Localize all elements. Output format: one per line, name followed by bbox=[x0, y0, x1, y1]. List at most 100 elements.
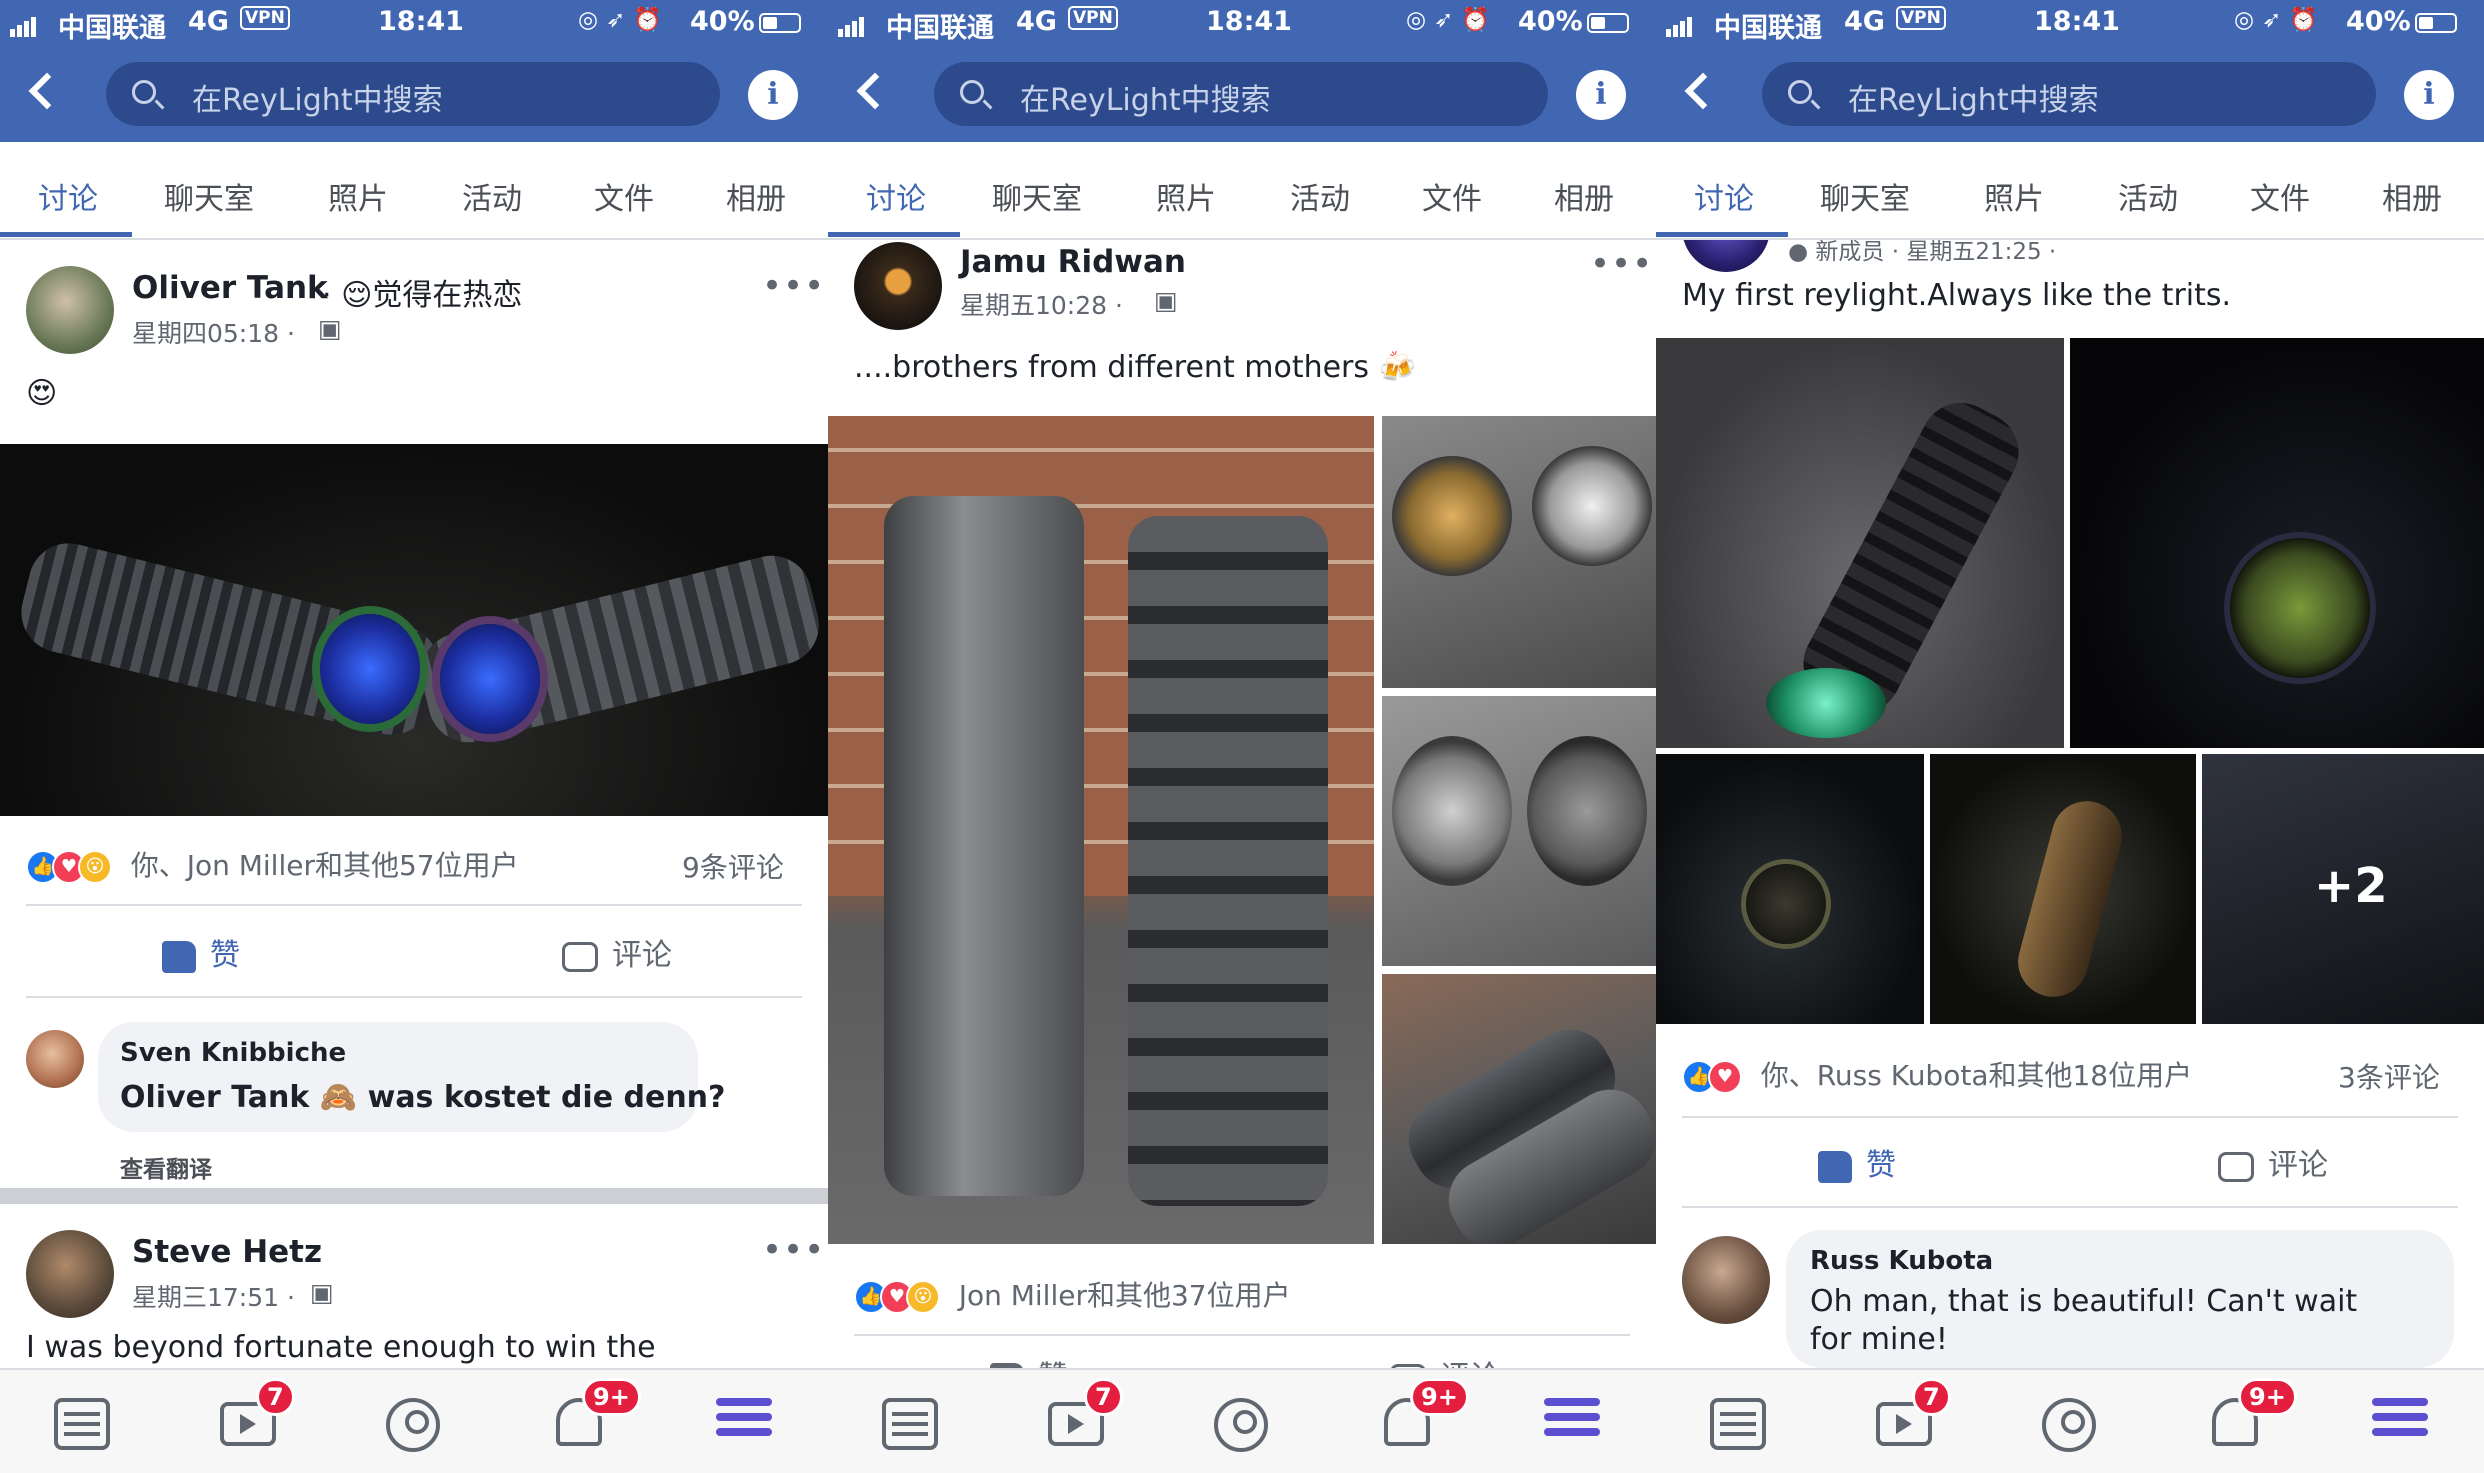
profile-icon[interactable] bbox=[386, 1398, 440, 1452]
avatar[interactable] bbox=[854, 242, 942, 330]
reaction-text: 你、Russ Kubota和其他18位用户 bbox=[1760, 1059, 2193, 1092]
search-input[interactable]: 在ReyLight中搜索 bbox=[106, 62, 720, 126]
search-input[interactable]: 在ReyLight中搜索 bbox=[934, 62, 1548, 126]
video-badge: 7 bbox=[1912, 1378, 1951, 1416]
post-author[interactable]: Oliver Tank bbox=[132, 270, 328, 306]
more-options-icon[interactable]: ••• bbox=[762, 266, 825, 306]
avatar[interactable] bbox=[26, 1030, 84, 1088]
clock: 18:41 bbox=[2034, 6, 2120, 37]
comment-button[interactable]: 评论 bbox=[2218, 1140, 2328, 1184]
back-icon[interactable] bbox=[856, 72, 894, 110]
reaction-summary[interactable]: 👍 ♥ 😮 你、Jon Miller和其他57位用户 bbox=[26, 844, 519, 884]
tab-photos[interactable]: 照片 bbox=[1156, 174, 1216, 218]
news-feed-icon[interactable] bbox=[54, 1398, 110, 1450]
feed: Jamu Ridwan 星期五10:28 · ▣ ••• ....brother… bbox=[828, 240, 1656, 1368]
groups-icon[interactable] bbox=[2042, 1398, 2096, 1452]
avatar[interactable] bbox=[26, 266, 114, 354]
love-reaction-icon: ♥ bbox=[1708, 1060, 1742, 1094]
like-button[interactable]: 赞 bbox=[1818, 1140, 1896, 1184]
battery: 40% bbox=[2346, 6, 2457, 37]
battery-icon bbox=[2414, 12, 2457, 33]
comment-text: for mine! bbox=[1810, 1322, 1948, 1357]
group-icon: ▣ bbox=[318, 314, 342, 343]
translate-link[interactable]: 查看翻译 bbox=[120, 1150, 212, 1184]
info-icon[interactable]: i bbox=[748, 70, 798, 120]
more-photos-count: +2 bbox=[2314, 858, 2388, 914]
tab-discussion[interactable]: 讨论 bbox=[866, 174, 926, 218]
like-button[interactable]: 赞 bbox=[990, 1352, 1068, 1368]
post-photo[interactable] bbox=[1382, 696, 1656, 966]
comment-button[interactable]: 评论 bbox=[562, 930, 672, 974]
post-photo[interactable] bbox=[1930, 754, 2196, 1024]
back-icon[interactable] bbox=[28, 72, 66, 110]
bottom-nav: 7 9+ bbox=[828, 1368, 1656, 1473]
tab-chat[interactable]: 聊天室 bbox=[1820, 174, 1910, 218]
tab-files[interactable]: 文件 bbox=[1422, 174, 1482, 218]
active-tab-indicator bbox=[828, 232, 960, 237]
post-photo[interactable] bbox=[2070, 338, 2484, 748]
tab-events[interactable]: 活动 bbox=[462, 174, 522, 218]
info-icon[interactable]: i bbox=[2404, 70, 2454, 120]
more-options-icon[interactable]: ••• bbox=[1590, 244, 1653, 284]
tab-events[interactable]: 活动 bbox=[2118, 174, 2178, 218]
reaction-summary[interactable]: 👍 ♥ 你、Russ Kubota和其他18位用户 bbox=[1682, 1054, 2192, 1094]
comment-count[interactable]: 3条评论 bbox=[2338, 1056, 2440, 1096]
avatar[interactable] bbox=[26, 1230, 114, 1318]
comment-author[interactable]: Russ Kubota bbox=[1810, 1246, 1993, 1276]
post-author[interactable]: Steve Hetz bbox=[132, 1234, 322, 1270]
post-photo[interactable] bbox=[1656, 338, 2064, 748]
avatar[interactable] bbox=[1682, 240, 1770, 272]
search-placeholder: 在ReyLight中搜索 bbox=[1848, 83, 2099, 118]
tab-albums[interactable]: 相册 bbox=[726, 174, 786, 218]
post-time[interactable]: 星期四05:18 · bbox=[132, 314, 295, 350]
tab-events[interactable]: 活动 bbox=[1290, 174, 1350, 218]
search-input[interactable]: 在ReyLight中搜索 bbox=[1762, 62, 2376, 126]
flashlight-lens bbox=[440, 624, 540, 734]
menu-icon[interactable] bbox=[1544, 1398, 1600, 1450]
post-author[interactable]: Jamu Ridwan bbox=[960, 244, 1186, 280]
active-tab-indicator bbox=[1656, 232, 1788, 237]
menu-icon[interactable] bbox=[716, 1398, 772, 1450]
tab-photos[interactable]: 照片 bbox=[328, 174, 388, 218]
comment-author[interactable]: Sven Knibbiche bbox=[120, 1038, 346, 1068]
info-icon[interactable]: i bbox=[1576, 70, 1626, 120]
tab-files[interactable]: 文件 bbox=[594, 174, 654, 218]
news-feed-icon[interactable] bbox=[1710, 1398, 1766, 1450]
tab-chat[interactable]: 聊天室 bbox=[164, 174, 254, 218]
tab-chat[interactable]: 聊天室 bbox=[992, 174, 1082, 218]
post-photo[interactable] bbox=[1382, 974, 1656, 1244]
post-photo[interactable] bbox=[0, 444, 828, 816]
battery-percent: 40% bbox=[1518, 6, 1583, 37]
vpn-badge: VPN bbox=[1068, 6, 1118, 30]
tab-albums[interactable]: 相册 bbox=[2382, 174, 2442, 218]
like-button[interactable]: 赞 bbox=[162, 930, 240, 974]
post-feeling: · 😌觉得在热恋 bbox=[322, 278, 523, 313]
back-icon[interactable] bbox=[1684, 72, 1722, 110]
thumbs-up-icon bbox=[162, 940, 196, 973]
post-time[interactable]: 星期三17:51 · bbox=[132, 1278, 295, 1314]
more-options-icon[interactable]: ••• bbox=[762, 1230, 825, 1270]
tab-files[interactable]: 文件 bbox=[2250, 174, 2310, 218]
battery-icon bbox=[758, 12, 801, 33]
groups-icon[interactable] bbox=[1214, 1398, 1268, 1452]
avatar[interactable] bbox=[1682, 1236, 1770, 1324]
post-photo[interactable] bbox=[828, 416, 1374, 1244]
post-photo[interactable]: +2 bbox=[2202, 754, 2484, 1024]
reaction-summary[interactable]: 👍 ♥ 😮 Jon Miller和其他37位用户 bbox=[854, 1274, 1291, 1314]
comment-button[interactable]: 评论 bbox=[1390, 1352, 1500, 1368]
news-feed-icon[interactable] bbox=[882, 1398, 938, 1450]
comment-text: Oliver Tank 🙈 was kostet die denn? bbox=[120, 1080, 726, 1115]
tab-albums[interactable]: 相册 bbox=[1554, 174, 1614, 218]
post-photo[interactable] bbox=[1382, 416, 1656, 688]
comment-label: 评论 bbox=[612, 938, 672, 973]
tab-discussion[interactable]: 讨论 bbox=[38, 174, 98, 218]
tab-discussion[interactable]: 讨论 bbox=[1694, 174, 1754, 218]
comment-count[interactable]: 9条评论 bbox=[682, 846, 784, 886]
post-photo[interactable] bbox=[1656, 754, 1924, 1024]
network-type: 4G bbox=[1844, 6, 1885, 37]
menu-icon[interactable] bbox=[2372, 1398, 2428, 1450]
tab-photos[interactable]: 照片 bbox=[1984, 174, 2044, 218]
post-text: ....brothers from different mothers 🍻 bbox=[854, 350, 1416, 385]
tab-bar: 讨论 聊天室 照片 活动 文件 相册 bbox=[828, 142, 1656, 240]
post-time[interactable]: 星期五10:28 · bbox=[960, 286, 1123, 322]
